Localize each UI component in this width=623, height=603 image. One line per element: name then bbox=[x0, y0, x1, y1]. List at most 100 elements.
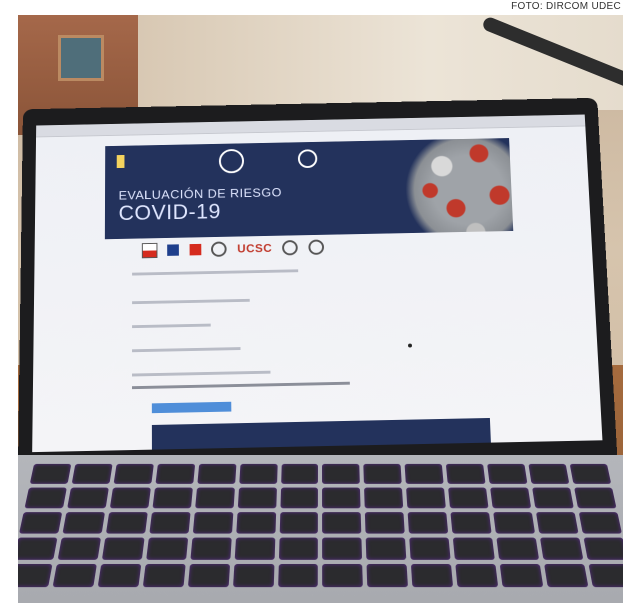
key bbox=[52, 564, 96, 587]
key bbox=[579, 512, 622, 533]
key bbox=[322, 464, 360, 484]
key bbox=[406, 488, 446, 509]
background-wall bbox=[138, 15, 623, 110]
key bbox=[190, 538, 231, 560]
key bbox=[146, 538, 188, 560]
key bbox=[67, 488, 109, 509]
key bbox=[408, 512, 449, 533]
key bbox=[237, 488, 276, 509]
key bbox=[279, 512, 318, 533]
key bbox=[532, 488, 574, 509]
key bbox=[500, 564, 544, 587]
key bbox=[30, 464, 71, 484]
key-grid bbox=[18, 464, 623, 602]
key bbox=[364, 488, 403, 509]
key bbox=[570, 464, 611, 484]
form-text-line bbox=[132, 347, 240, 352]
university-logo bbox=[117, 154, 170, 174]
key bbox=[195, 488, 235, 509]
ucsc-logo: UCSC bbox=[237, 241, 272, 255]
shelf-opening bbox=[58, 35, 104, 81]
key bbox=[239, 464, 277, 484]
key bbox=[589, 564, 623, 587]
footer-info-box bbox=[152, 418, 492, 452]
key bbox=[456, 564, 499, 587]
key bbox=[110, 488, 151, 509]
sponsor-logos: UCSC bbox=[142, 236, 454, 263]
key bbox=[544, 564, 588, 587]
key bbox=[149, 512, 190, 533]
key bbox=[98, 564, 142, 587]
laptop-lid: EVALUACIÓN DE RIESGO COVID-19 UCSC bbox=[18, 98, 618, 476]
mouse-cursor bbox=[408, 344, 412, 348]
key bbox=[323, 564, 364, 587]
red-logo-icon bbox=[189, 244, 201, 256]
key bbox=[234, 538, 275, 560]
form-input-field[interactable] bbox=[132, 382, 350, 389]
key bbox=[102, 538, 145, 560]
key bbox=[453, 538, 495, 560]
key bbox=[280, 488, 318, 509]
banner-subtitle: COVID-19 bbox=[119, 199, 221, 225]
photo-credit: FOTO: DIRCOM UDEC bbox=[505, 0, 623, 13]
key bbox=[529, 464, 570, 484]
form-text-line bbox=[132, 269, 298, 275]
key bbox=[487, 464, 527, 484]
key bbox=[188, 564, 230, 587]
key bbox=[152, 488, 192, 509]
key bbox=[446, 464, 486, 484]
submit-button[interactable] bbox=[152, 402, 231, 413]
key bbox=[536, 512, 578, 533]
key bbox=[448, 488, 488, 509]
key bbox=[72, 464, 113, 484]
key bbox=[192, 512, 233, 533]
key bbox=[58, 538, 101, 560]
key bbox=[493, 512, 535, 533]
clock-emblem-icon bbox=[219, 149, 244, 174]
key bbox=[18, 564, 52, 587]
chile-flag-icon bbox=[142, 243, 158, 258]
form-text-line bbox=[132, 371, 270, 377]
key bbox=[278, 538, 318, 560]
key bbox=[323, 538, 363, 560]
laptop-keyboard bbox=[18, 455, 623, 603]
key bbox=[490, 488, 531, 509]
key bbox=[236, 512, 276, 533]
circle-logo-icon bbox=[211, 241, 227, 256]
key bbox=[18, 538, 57, 560]
form-text-line bbox=[132, 324, 211, 328]
key bbox=[411, 564, 453, 587]
emblem-logo-icon bbox=[308, 239, 324, 254]
key bbox=[62, 512, 104, 533]
key bbox=[497, 538, 540, 560]
covid-banner: EVALUACIÓN DE RIESGO COVID-19 bbox=[105, 138, 513, 239]
key bbox=[540, 538, 583, 560]
key bbox=[19, 512, 62, 533]
key bbox=[410, 538, 451, 560]
form-text-line bbox=[132, 299, 250, 304]
key bbox=[364, 464, 402, 484]
key bbox=[106, 512, 148, 533]
key bbox=[197, 464, 236, 484]
key bbox=[155, 464, 195, 484]
key bbox=[281, 464, 319, 484]
key bbox=[233, 564, 274, 587]
key bbox=[574, 488, 616, 509]
partner-logo bbox=[298, 148, 395, 167]
key bbox=[323, 512, 362, 533]
key bbox=[143, 564, 186, 587]
coronavirus-illustration bbox=[403, 138, 513, 239]
key bbox=[365, 512, 405, 533]
key bbox=[405, 464, 444, 484]
key bbox=[366, 538, 407, 560]
photograph: EVALUACIÓN DE RIESGO COVID-19 UCSC bbox=[18, 15, 623, 603]
key bbox=[451, 512, 492, 533]
key bbox=[278, 564, 319, 587]
key bbox=[24, 488, 66, 509]
laptop-screen: EVALUACIÓN DE RIESGO COVID-19 UCSC bbox=[32, 115, 602, 453]
key bbox=[367, 564, 408, 587]
browser-toolbar bbox=[36, 115, 585, 138]
seal-logo-icon bbox=[282, 240, 298, 255]
key bbox=[584, 538, 623, 560]
blue-logo-icon bbox=[168, 244, 180, 256]
